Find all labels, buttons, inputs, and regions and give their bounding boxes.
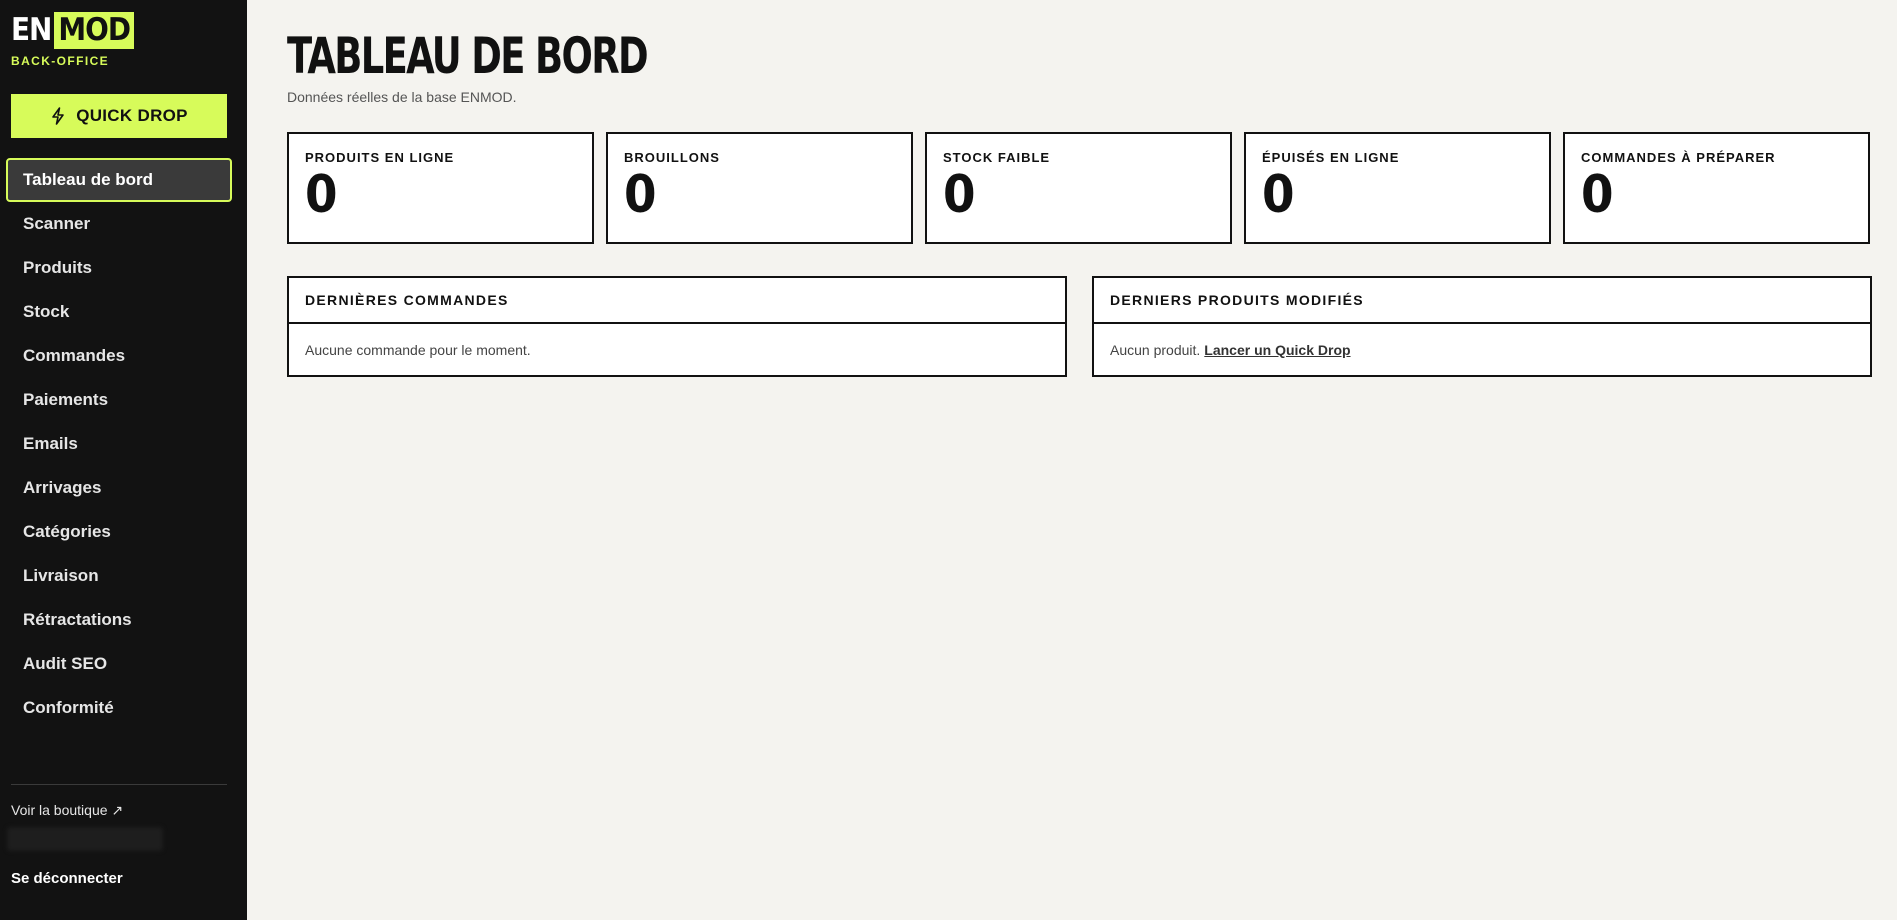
sidebar-item-tableau-de-bord[interactable]: Tableau de bord bbox=[6, 158, 232, 202]
panel-empty-message: Aucun produit. bbox=[1110, 341, 1201, 358]
stat-value: 0 bbox=[305, 165, 338, 225]
stats-row: PRODUITS EN LIGNE 0 BROUILLONS 0 STOCK F… bbox=[287, 132, 1870, 244]
sidebar-nav: Tableau de bord Scanner Produits Stock C… bbox=[6, 158, 232, 730]
lightning-icon bbox=[52, 107, 64, 125]
logo[interactable]: EN MOD bbox=[11, 12, 135, 49]
sidebar-item-audit-seo[interactable]: Audit SEO bbox=[6, 642, 232, 686]
logout-button[interactable]: Se déconnecter bbox=[11, 870, 123, 887]
launch-quick-drop-link[interactable]: Lancer un Quick Drop bbox=[1204, 342, 1350, 358]
stat-card-stock-faible: STOCK FAIBLE 0 bbox=[925, 132, 1232, 244]
sidebar-item-produits[interactable]: Produits bbox=[6, 246, 232, 290]
stat-value: 0 bbox=[1262, 165, 1295, 225]
logo-en: EN bbox=[11, 12, 52, 48]
latest-orders-panel: DERNIÈRES COMMANDES Aucune commande pour… bbox=[287, 276, 1067, 377]
sidebar-item-arrivages[interactable]: Arrivages bbox=[6, 466, 232, 510]
stat-card-epuises-en-ligne: ÉPUISÉS EN LIGNE 0 bbox=[1244, 132, 1551, 244]
stat-card-produits-en-ligne: PRODUITS EN LIGNE 0 bbox=[287, 132, 594, 244]
page-subtitle: Données réelles de la base ENMOD. bbox=[287, 89, 517, 105]
page-title: TABLEAU DE BORD bbox=[287, 27, 649, 85]
sidebar-item-livraison[interactable]: Livraison bbox=[6, 554, 232, 598]
user-email-redacted bbox=[7, 827, 163, 851]
stat-value: 0 bbox=[1581, 165, 1614, 225]
stat-value: 0 bbox=[943, 165, 976, 225]
view-shop-link[interactable]: Voir la boutique ↗ bbox=[11, 802, 123, 819]
panel-title: DERNIÈRES COMMANDES bbox=[289, 278, 1065, 324]
stat-label: ÉPUISÉS EN LIGNE bbox=[1262, 150, 1400, 165]
latest-products-panel: DERNIERS PRODUITS MODIFIÉS Aucun produit… bbox=[1092, 276, 1872, 377]
sidebar-item-paiements[interactable]: Paiements bbox=[6, 378, 232, 422]
stat-label: STOCK FAIBLE bbox=[943, 150, 1051, 165]
panel-title: DERNIERS PRODUITS MODIFIÉS bbox=[1094, 278, 1870, 324]
panel-body: Aucun produit. Lancer un Quick Drop bbox=[1094, 324, 1870, 375]
sidebar-item-scanner[interactable]: Scanner bbox=[6, 202, 232, 246]
panels-row: DERNIÈRES COMMANDES Aucune commande pour… bbox=[287, 276, 1872, 377]
brand-tagline: BACK-OFFICE bbox=[11, 54, 110, 68]
quick-drop-button[interactable]: QUICK DROP bbox=[11, 94, 227, 138]
sidebar-item-commandes[interactable]: Commandes bbox=[6, 334, 232, 378]
stat-card-brouillons: BROUILLONS 0 bbox=[606, 132, 913, 244]
sidebar-item-categories[interactable]: Catégories bbox=[6, 510, 232, 554]
stat-value: 0 bbox=[624, 165, 657, 225]
stat-label: COMMANDES À PRÉPARER bbox=[1581, 150, 1776, 165]
quick-drop-label: QUICK DROP bbox=[76, 106, 188, 125]
sidebar-divider bbox=[11, 784, 227, 785]
stat-label: BROUILLONS bbox=[624, 150, 720, 165]
sidebar-item-conformite[interactable]: Conformité bbox=[6, 686, 232, 730]
stat-label: PRODUITS EN LIGNE bbox=[305, 150, 455, 165]
sidebar-item-emails[interactable]: Emails bbox=[6, 422, 232, 466]
logo-mod: MOD bbox=[54, 12, 135, 49]
panel-empty-message: Aucune commande pour le moment. bbox=[305, 341, 531, 358]
sidebar-item-stock[interactable]: Stock bbox=[6, 290, 232, 334]
sidebar: EN MOD BACK-OFFICE QUICK DROP Tableau de… bbox=[0, 0, 247, 920]
sidebar-item-retractations[interactable]: Rétractations bbox=[6, 598, 232, 642]
stat-card-commandes-a-preparer: COMMANDES À PRÉPARER 0 bbox=[1563, 132, 1870, 244]
